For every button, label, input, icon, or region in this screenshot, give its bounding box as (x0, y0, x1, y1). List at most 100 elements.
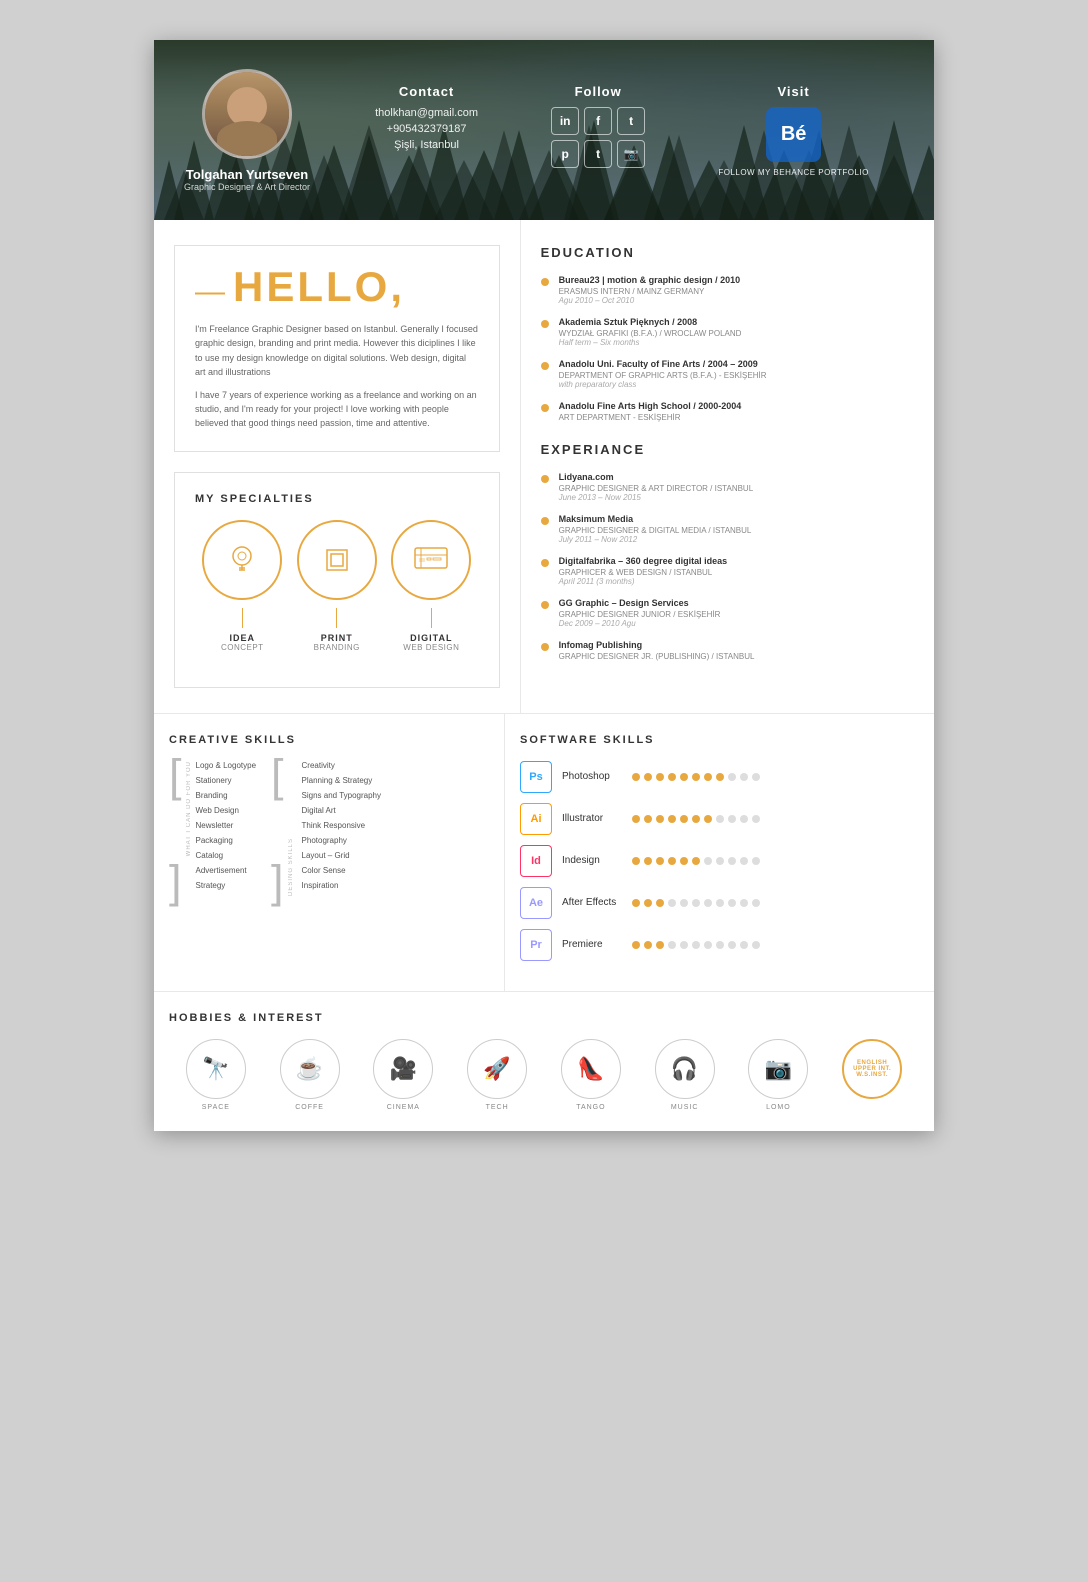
design-skill-item: Creativity (302, 761, 381, 770)
skill-dots (632, 941, 760, 949)
edu-sub: WYDZIAŁ GRAFIKI (B.F.A.) / WROCLAW POLAN… (559, 329, 742, 338)
skill-dot (728, 857, 736, 865)
skill-dot (644, 815, 652, 823)
creative-skill-item: Packaging (196, 836, 257, 845)
exp-sub: GRAPHIC DESIGNER & ART DIRECTOR / ISTANB… (559, 484, 754, 493)
follow-section: Follow in f t p t 📷 (548, 84, 648, 177)
print-sublabel: BRANDING (314, 643, 360, 652)
skill-dot (668, 941, 676, 949)
skill-dot (668, 899, 676, 907)
skill-dot (752, 899, 760, 907)
skill-dot (680, 941, 688, 949)
skill-dot (728, 815, 736, 823)
skill-dot (656, 899, 664, 907)
creative-skill-item: Branding (196, 791, 257, 800)
skill-dot (680, 899, 688, 907)
skill-dot (716, 815, 724, 823)
experience-item: Lidyana.com GRAPHIC DESIGNER & ART DIREC… (541, 472, 914, 502)
skill-dots (632, 899, 760, 907)
bracket-open2: [ (271, 753, 284, 798)
hello-para1: I'm Freelance Graphic Designer based on … (195, 322, 479, 380)
sw-badge-ai: Ai (520, 803, 552, 835)
skill-dot (644, 857, 652, 865)
skill-dot (752, 857, 760, 865)
exp-dot (541, 643, 549, 651)
software-skills-section: SOFTWARE SKILLS Ps Photoshop Ai Illustra… (505, 714, 934, 991)
design-skill-item: Digital Art (302, 806, 381, 815)
education-item: Bureau23 | motion & graphic design / 201… (541, 275, 914, 305)
person-title: Graphic Designer & Art Director (184, 182, 310, 192)
skills-col1: Logo & LogotypeStationeryBrandingWeb Des… (196, 761, 257, 896)
behance-icon[interactable]: Bé (766, 107, 821, 162)
skill-dot (716, 773, 724, 781)
specialties-section: MY SPECIALTIES (174, 472, 500, 688)
idea-line (242, 608, 243, 628)
exp-info: GG Graphic – Design Services GRAPHIC DES… (559, 598, 721, 628)
music-icon: 🎧 (655, 1039, 715, 1099)
exp-name: Lidyana.com (559, 472, 754, 482)
hello-section: — HELLO, I'm Freelance Graphic Designer … (174, 245, 500, 452)
exp-sub: GRAPHICER & WEB DESIGN / ISTANBUL (559, 568, 728, 577)
digital-label: DIGITAL (410, 633, 452, 643)
exp-dot (541, 517, 549, 525)
design-skill-item: Planning & Strategy (302, 776, 381, 785)
idea-icon (224, 542, 260, 578)
lomo-icon: 📷 (748, 1039, 808, 1099)
education-item: Akademia Sztuk Pięknych / 2008 WYDZIAŁ G… (541, 317, 914, 347)
right-column: EDUCATION Bureau23 | motion & graphic de… (521, 220, 934, 713)
follow-title: Follow (575, 84, 622, 99)
main-content: — HELLO, I'm Freelance Graphic Designer … (154, 220, 934, 713)
hobby-cinema: 🎥 CINEMA (373, 1039, 433, 1111)
edu-info: Akademia Sztuk Pięknych / 2008 WYDZIAŁ G… (559, 317, 742, 347)
creative-skill-item: Catalog (196, 851, 257, 860)
skill-dot (668, 857, 676, 865)
creative-skill-item: Newsletter (196, 821, 257, 830)
hobby-space: 🔭 SPACE (186, 1039, 246, 1111)
skills-row: CREATIVE SKILLS [ ] WHAT I CAN DO FOR YO… (154, 713, 934, 991)
specialties-title: MY SPECIALTIES (195, 493, 479, 505)
idea-label: IDEA (230, 633, 256, 643)
facebook-icon[interactable]: f (584, 107, 612, 135)
creative-skill-item: Stationery (196, 776, 257, 785)
skill-dot (716, 941, 724, 949)
skill-dot (740, 941, 748, 949)
skill-dot (716, 899, 724, 907)
skill-dot (728, 899, 736, 907)
person-name: Tolgahan Yurtseven (186, 167, 308, 182)
contact-title: Contact (399, 84, 454, 99)
hobby-english: ENGLISHUPPER INT.W.S.INST. (842, 1039, 902, 1111)
education-title: EDUCATION (541, 245, 914, 260)
skill-dot (704, 857, 712, 865)
skill-dot (728, 773, 736, 781)
twitter-icon[interactable]: t (617, 107, 645, 135)
edu-sub: DEPARTMENT OF GRAPHIC ARTS (B.F.A.) - ES… (559, 371, 767, 380)
edu-info: Anadolu Uni. Faculty of Fine Arts / 2004… (559, 359, 767, 389)
hello-para2: I have 7 years of experience working as … (195, 388, 479, 431)
col1-container: [ ] WHAT I CAN DO FOR YOU Logo & Logotyp… (169, 761, 256, 896)
experience-item: Infomag Publishing GRAPHIC DESIGNER JR. … (541, 640, 914, 661)
hobby-coffee: ☕ COFFE (280, 1039, 340, 1111)
exp-date: Dec 2009 – 2010 Agu (559, 619, 721, 628)
design-skill-item: Photography (302, 836, 381, 845)
linkedin-icon[interactable]: in (551, 107, 579, 135)
creative-skills-title: CREATIVE SKILLS (169, 734, 489, 746)
print-line (336, 608, 337, 628)
exp-info: Infomag Publishing GRAPHIC DESIGNER JR. … (559, 640, 755, 661)
exp-dot (541, 475, 549, 483)
edu-date: with preparatory class (559, 380, 767, 389)
sw-badge-ae: Ae (520, 887, 552, 919)
software-skills-list: Ps Photoshop Ai Illustrator Id Indesign … (520, 761, 919, 961)
edu-dot (541, 362, 549, 370)
pinterest-icon[interactable]: p (551, 140, 579, 168)
experience-section: EXPERIANCE Lidyana.com GRAPHIC DESIGNER … (541, 442, 914, 661)
social-icons-group: in f t p t 📷 (548, 107, 648, 168)
exp-info: Maksimum Media GRAPHIC DESIGNER & DIGITA… (559, 514, 752, 544)
skill-dot (740, 815, 748, 823)
tumblr-icon[interactable]: t (584, 140, 612, 168)
sw-name: After Effects (562, 897, 632, 908)
instagram-icon[interactable]: 📷 (617, 140, 645, 168)
exp-info: Digitalfabrika – 360 degree digital idea… (559, 556, 728, 586)
skill-dot (644, 773, 652, 781)
skill-dot (716, 857, 724, 865)
skill-dot (644, 941, 652, 949)
